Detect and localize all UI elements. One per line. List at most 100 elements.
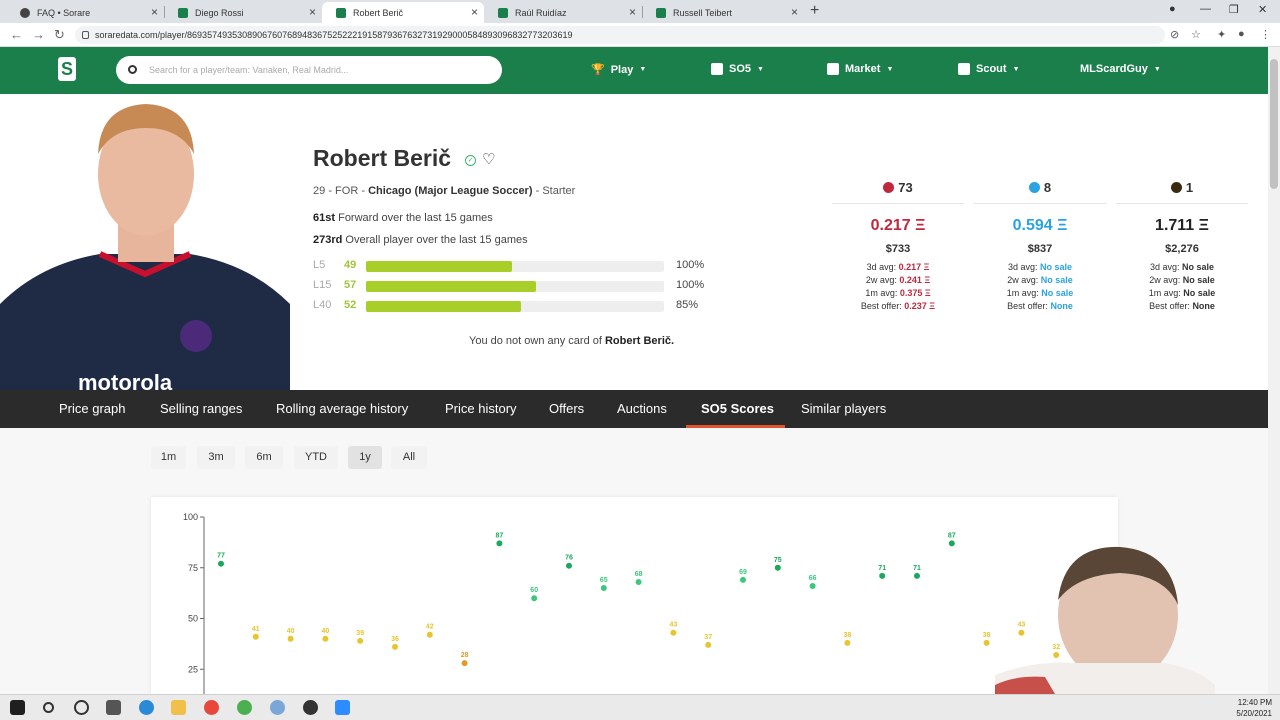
browser-tab-0[interactable]: FAQ • Sorare × — [6, 2, 164, 23]
range-3m-button[interactable]: 3m — [197, 446, 235, 469]
chevron-down-icon: ▼ — [886, 65, 894, 73]
score-point[interactable] — [357, 637, 364, 644]
minimize-icon[interactable]: — — [1200, 3, 1211, 15]
range-all-button[interactable]: All — [391, 446, 427, 469]
browser-tab-2[interactable]: Robert Berič × — [322, 2, 484, 23]
browser-tab-4[interactable]: Russell Teibert × — [642, 2, 804, 23]
score-label: 65 — [600, 577, 608, 584]
close-icon[interactable]: × — [791, 5, 798, 19]
score-point[interactable] — [322, 635, 329, 642]
close-icon[interactable]: × — [151, 5, 158, 19]
bookmark-star-icon[interactable]: ☆ — [1191, 28, 1201, 41]
reload-icon[interactable]: ↻ — [54, 27, 65, 43]
y-tick-label: 75 — [188, 563, 198, 573]
obs-icon[interactable] — [303, 700, 318, 715]
soraredata-favicon-icon — [336, 7, 346, 18]
app-green-icon[interactable] — [237, 700, 252, 715]
score-point[interactable] — [566, 562, 572, 569]
close-window-icon[interactable]: ✕ — [1258, 3, 1267, 16]
start-icon[interactable] — [10, 700, 25, 715]
range-ytd-button[interactable]: YTD — [294, 446, 338, 469]
new-tab-icon[interactable]: + — [810, 2, 819, 20]
tab-auctions[interactable]: Auctions — [617, 401, 667, 416]
range-6m-button[interactable]: 6m — [245, 446, 283, 469]
soraredata-logo[interactable]: S — [58, 57, 76, 81]
score-point[interactable] — [600, 585, 607, 592]
nav-so5[interactable]: SO5 ▼ — [711, 63, 764, 75]
score-point[interactable] — [844, 639, 851, 646]
score-point[interactable] — [426, 631, 433, 638]
page-scrollbar[interactable] — [1268, 47, 1280, 694]
close-icon[interactable]: × — [629, 5, 636, 19]
tab-selling-ranges[interactable]: Selling ranges — [160, 401, 242, 416]
tab-price-history[interactable]: Price history — [445, 401, 517, 416]
range-1y-button[interactable]: 1y — [348, 446, 382, 469]
edge-icon[interactable] — [139, 700, 154, 715]
chevron-down-icon: ▼ — [639, 66, 647, 73]
rarity-dot-icon — [883, 182, 895, 193]
close-icon[interactable]: × — [471, 5, 478, 19]
tab-price-graph[interactable]: Price graph — [59, 401, 125, 416]
calendar-icon — [711, 63, 723, 75]
score-label: 39 — [356, 630, 364, 637]
task-view-icon[interactable] — [106, 700, 121, 715]
search-icon[interactable] — [43, 702, 54, 713]
extensions-icon[interactable]: ✦ — [1217, 28, 1226, 41]
tab-rolling-average[interactable]: Rolling average history — [276, 401, 408, 416]
scroll-thumb[interactable] — [1270, 59, 1278, 189]
score-label: 69 — [739, 569, 747, 576]
score-point[interactable] — [635, 578, 642, 585]
l40-bar — [366, 301, 664, 312]
score-point[interactable] — [740, 576, 746, 583]
score-point[interactable] — [461, 660, 468, 667]
cortana-icon[interactable] — [74, 700, 89, 715]
browser-tab-1[interactable]: Diego Rossi × — [164, 2, 322, 23]
score-point[interactable] — [670, 629, 677, 636]
score-point[interactable] — [983, 639, 990, 646]
file-explorer-icon[interactable] — [171, 700, 186, 715]
tab-so5-scores[interactable]: SO5 Scores — [701, 401, 774, 416]
score-point[interactable] — [287, 635, 294, 642]
zoom-icon[interactable] — [335, 700, 350, 715]
browser-tab-3[interactable]: Raúl Ruidíaz × — [484, 2, 642, 23]
team-link[interactable]: Chicago (Major League Soccer) — [368, 185, 532, 197]
score-point[interactable] — [914, 572, 920, 579]
tab-similar-players[interactable]: Similar players — [801, 401, 886, 416]
score-point[interactable] — [879, 572, 886, 579]
app-blue-icon[interactable] — [270, 700, 285, 715]
back-icon[interactable]: ← — [10, 27, 23, 42]
score-label: 68 — [635, 571, 643, 578]
score-point[interactable] — [705, 641, 712, 648]
player-tabs: Price graph Selling ranges Rolling avera… — [0, 390, 1268, 428]
card-column-limited: 73 0.217 Ξ $733 3d avg: 0.217 Ξ 2w avg: … — [832, 180, 964, 313]
nav-market[interactable]: Market ▼ — [827, 63, 893, 75]
url-field[interactable]: soraredata.com/player/869357493530890676… — [75, 26, 1165, 44]
score-point[interactable] — [948, 540, 955, 547]
close-icon[interactable]: × — [309, 5, 316, 19]
nav-user[interactable]: MLScardGuy ▼ — [1080, 63, 1161, 75]
score-point[interactable] — [496, 540, 503, 547]
browser-tabbar: FAQ • Sorare × Diego Rossi × Robert Beri… — [0, 0, 1280, 23]
chrome-icon[interactable] — [204, 700, 219, 715]
forward-icon[interactable]: → — [32, 27, 45, 42]
profile-menu-icon[interactable]: ● — [1169, 3, 1176, 15]
account-icon[interactable]: ● — [1238, 28, 1245, 40]
browser-menu-icon[interactable]: ⋮ — [1260, 28, 1271, 41]
chevron-down-icon: ▼ — [1012, 65, 1020, 73]
tab-offers[interactable]: Offers — [549, 401, 584, 416]
player-search-input[interactable]: Search for a player/team: Vanaken, Real … — [116, 56, 502, 84]
nav-play[interactable]: 🏆 Play ▼ — [591, 63, 647, 77]
score-point[interactable] — [252, 633, 259, 640]
score-point[interactable] — [774, 564, 781, 571]
range-1m-button[interactable]: 1m — [151, 446, 186, 469]
score-point[interactable] — [218, 560, 224, 567]
restore-icon[interactable]: ❐ — [1229, 3, 1239, 16]
nav-scout[interactable]: Scout ▼ — [958, 63, 1020, 75]
camera-off-icon[interactable]: ⊘ — [1170, 28, 1179, 41]
score-label: 87 — [496, 532, 504, 539]
y-tick-label: 25 — [188, 664, 198, 674]
score-point[interactable] — [809, 583, 816, 590]
score-point[interactable] — [392, 643, 398, 650]
score-point[interactable] — [531, 595, 538, 602]
favorite-heart-icon[interactable]: ♡ — [482, 150, 495, 168]
